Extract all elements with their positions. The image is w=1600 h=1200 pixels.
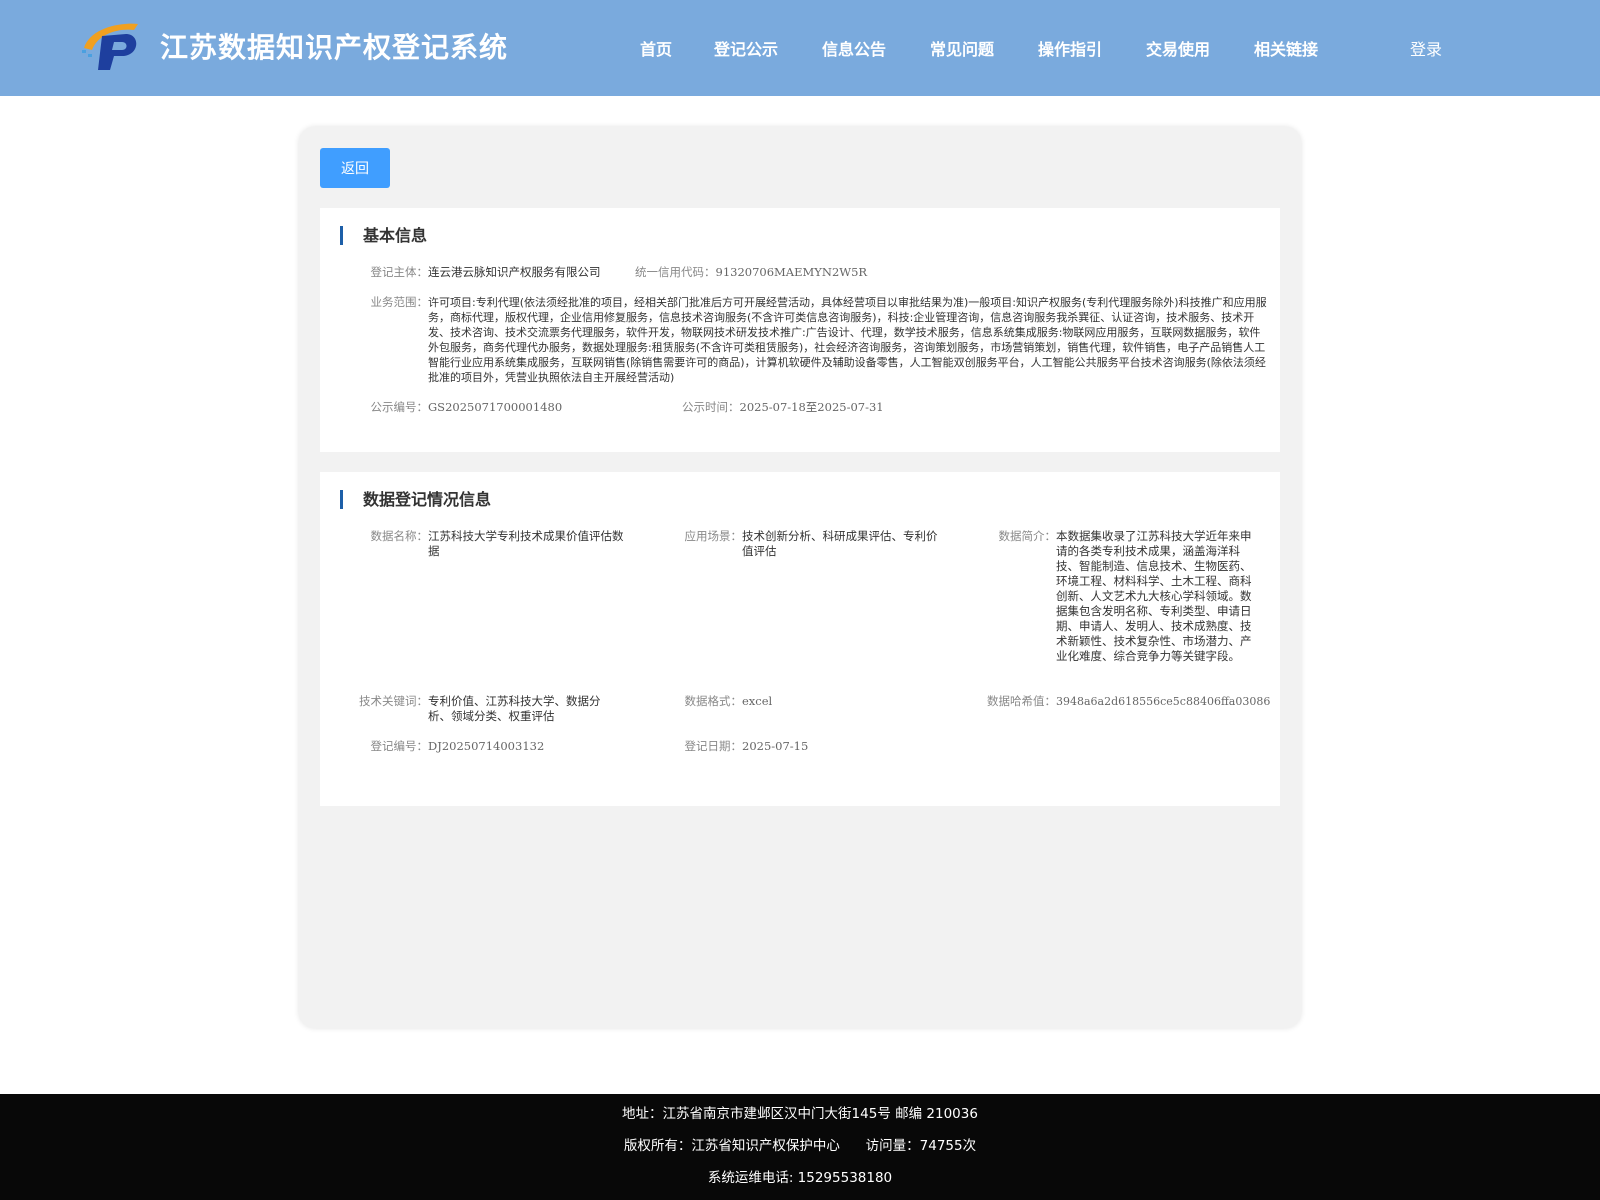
data-name-field: 数据名称： 江苏科技大学专利技术成果价值评估数据 xyxy=(340,529,624,559)
entity-field: 登记主体： 连云港云脉知识产权服务有限公司 xyxy=(348,265,601,280)
footer-copyright: 版权所有：江苏省知识产权保护中心 访问量：74755次 xyxy=(623,1138,977,1154)
field-label: 数据哈希值： xyxy=(987,694,1056,708)
field-value: DJ20250714003132 xyxy=(428,739,545,753)
field-value: 技术创新分析、科研成果评估、专利价值评估 xyxy=(742,529,938,558)
footer-address: 地址：江苏省南京市建邺区汉中门大街145号 邮编 210036 xyxy=(622,1106,978,1122)
field-label: 公示时间： xyxy=(682,400,740,414)
field-label: 应用场景： xyxy=(684,529,743,543)
hash-field: 数据哈希值： 3948a6a2d618556ce5c88406ffa03086 xyxy=(968,694,1270,709)
intro-field: 数据简介： 本数据集收录了江苏科技大学近年来申请的各类专利技术成果，涵盖海洋科技… xyxy=(968,529,1252,664)
field-label: 登记编号： xyxy=(370,739,429,753)
field-label: 数据简介： xyxy=(998,529,1057,543)
keywords-field: 技术关键词： 专利价值、江苏科技大学、数据分析、领域分类、权重评估 xyxy=(340,694,614,724)
field-label: 登记日期： xyxy=(684,739,743,753)
pub-time-field: 公示时间： 2025-07-18至2025-07-31 xyxy=(682,400,884,415)
section-title: 基本信息 xyxy=(340,226,427,245)
field-label: 数据格式： xyxy=(684,694,743,708)
pub-no-field: 公示编号： GS2025071700001480 xyxy=(348,400,563,415)
format-field: 数据格式： excel xyxy=(654,694,773,709)
field-label: 公示编号： xyxy=(370,400,429,414)
reg-date-field: 登记日期： 2025-07-15 xyxy=(654,739,809,754)
data-registration-section: 数据登记情况信息 数据名称： 江苏科技大学专利技术成果价值评估数据 应用场景： … xyxy=(320,472,1280,806)
field-value: excel xyxy=(742,694,773,708)
field-value: 91320706MAEMYN2W5R xyxy=(715,265,868,279)
login-link[interactable]: 登录 xyxy=(1410,36,1442,60)
field-label: 业务范围： xyxy=(370,295,429,309)
section-title: 数据登记情况信息 xyxy=(340,490,491,509)
field-value: 2025-07-18至2025-07-31 xyxy=(739,400,884,414)
field-value: 本数据集收录了江苏科技大学近年来申请的各类专利技术成果，涵盖海洋科技、智能制造、… xyxy=(1056,529,1252,663)
back-button[interactable]: 返回 xyxy=(320,148,390,188)
nav-announcements[interactable]: 信息公告 xyxy=(822,36,886,60)
nav-trade[interactable]: 交易使用 xyxy=(1146,36,1210,60)
field-value: 专利价值、江苏科技大学、数据分析、领域分类、权重评估 xyxy=(428,694,601,723)
scope-field: 业务范围： 许可项目:专利代理(依法须经批准的项目，经相关部门批准后方可开展经营… xyxy=(348,295,1268,385)
field-value: 3948a6a2d618556ce5c88406ffa03086 xyxy=(1056,695,1271,708)
field-value: 连云港云脉知识产权服务有限公司 xyxy=(428,265,601,279)
top-header: 江苏数据知识产权登记系统 首页 登记公示 信息公告 常见问题 操作指引 交易使用… xyxy=(0,0,1600,96)
footer: 地址：江苏省南京市建邺区汉中门大街145号 邮编 210036 版权所有：江苏省… xyxy=(0,1094,1600,1200)
site-title: 江苏数据知识产权登记系统 xyxy=(160,31,509,64)
field-label: 数据名称： xyxy=(370,529,429,543)
nav-links[interactable]: 相关链接 xyxy=(1254,36,1318,60)
reg-no-field: 登记编号： DJ20250714003132 xyxy=(340,739,545,754)
footer-phone: 系统运维电话: 15295538180 xyxy=(707,1170,893,1186)
nav-guide[interactable]: 操作指引 xyxy=(1038,36,1102,60)
nav-registration-notice[interactable]: 登记公示 xyxy=(714,36,778,60)
site-logo-icon xyxy=(82,23,138,70)
detail-card: 返回 基本信息 登记主体： 连云港云脉知识产权服务有限公司 统一信用代码： 91… xyxy=(299,127,1301,1028)
field-label: 登记主体： xyxy=(370,265,429,279)
field-value: 2025-07-15 xyxy=(742,739,809,753)
field-value: 江苏科技大学专利技术成果价值评估数据 xyxy=(428,529,624,558)
field-value: 许可项目:专利代理(依法须经批准的项目，经相关部门批准后方可开展经营活动，具体经… xyxy=(428,296,1267,384)
scene-field: 应用场景： 技术创新分析、科研成果评估、专利价值评估 xyxy=(654,529,938,559)
field-value: GS2025071700001480 xyxy=(428,400,563,414)
field-label: 统一信用代码： xyxy=(635,265,716,279)
credit-code-field: 统一信用代码： 91320706MAEMYN2W5R xyxy=(635,265,867,280)
field-label: 技术关键词： xyxy=(359,694,428,708)
nav-home[interactable]: 首页 xyxy=(640,36,672,60)
basic-info-section: 基本信息 登记主体： 连云港云脉知识产权服务有限公司 统一信用代码： 91320… xyxy=(320,208,1280,452)
nav-faq[interactable]: 常见问题 xyxy=(930,36,994,60)
